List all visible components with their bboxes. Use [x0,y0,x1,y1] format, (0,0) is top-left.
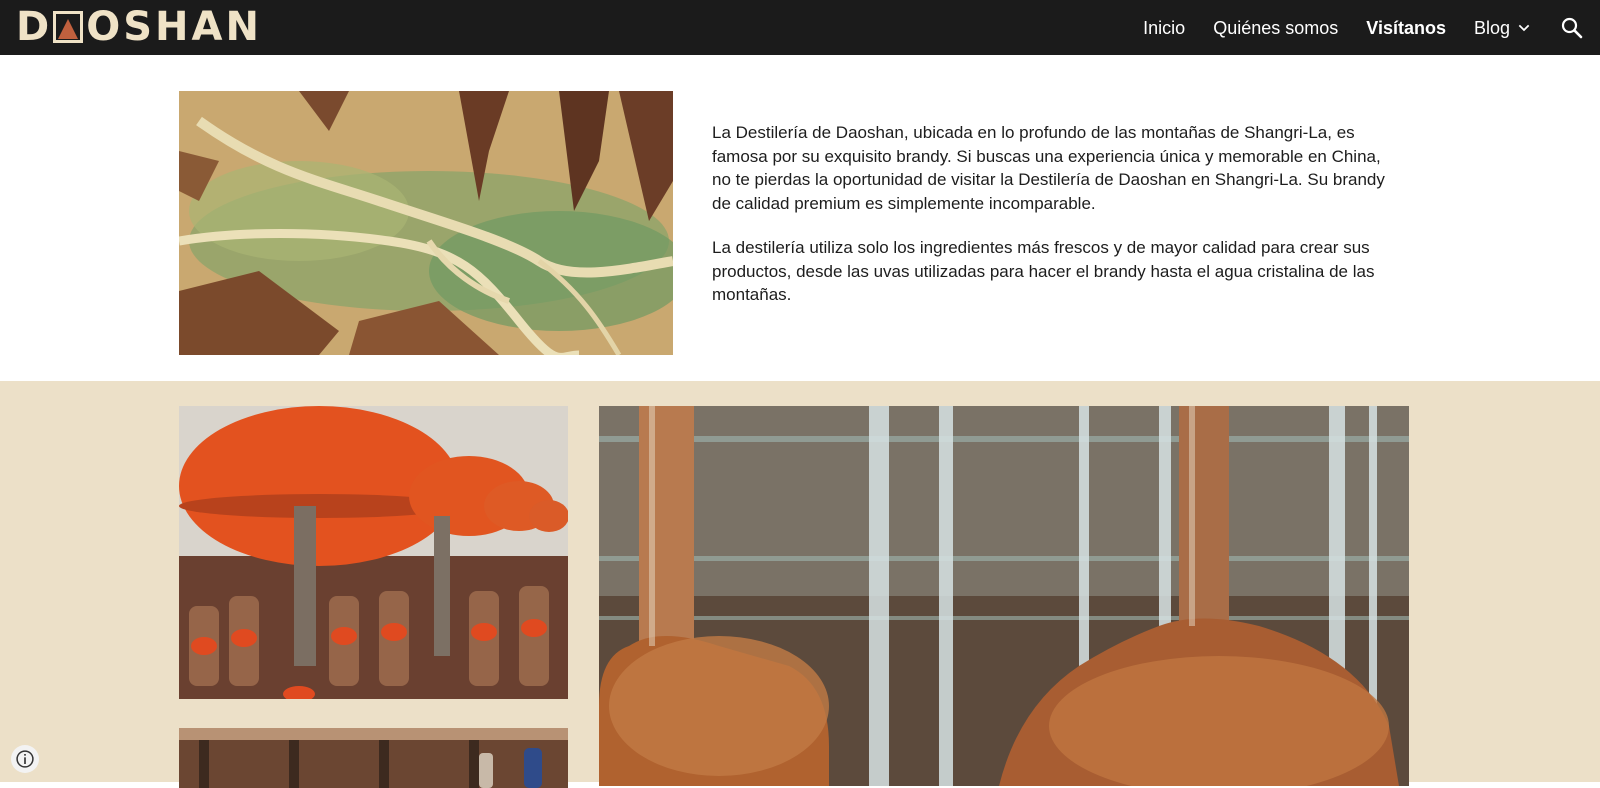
nav-item-label: Visítanos [1366,17,1446,38]
intro-paragraph: La destilería utiliza solo los ingredien… [712,238,1375,304]
bottle-shelf-photo [179,728,568,788]
nav-item-label: Inicio [1143,17,1186,38]
site-logo[interactable]: D OSHAN [16,6,262,48]
intro-paragraph: La Destilería de Daoshan, ubicada en lo … [712,123,1385,213]
nav-item-blog[interactable]: Blog [1474,18,1532,38]
info-icon [16,750,34,768]
site-info-button[interactable] [11,745,39,773]
logo-letter-d: D [16,4,53,50]
intro-text: La Destilería de Daoshan, ubicada en lo … [712,121,1402,328]
nav-item-quienes-somos[interactable]: Quiénes somos [1213,18,1338,38]
main-nav: Inicio Quiénes somos Visítanos Blog [1115,0,1600,55]
mountain-landscape-image [179,91,673,355]
gallery-section [0,381,1600,788]
nav-item-inicio[interactable]: Inicio [1143,18,1185,38]
chevron-down-icon[interactable] [1516,20,1532,36]
logo-triangle-icon [53,11,84,43]
copper-stills-photo [599,406,1409,786]
distillery-lamps-photo [179,406,568,699]
search-icon[interactable] [1560,16,1584,40]
site-header: D OSHAN Inicio Quiénes somos Visítanos B… [0,0,1600,55]
logo-wordmark: OSHAN [86,4,262,50]
nav-item-visitanos[interactable]: Visítanos [1366,18,1446,38]
nav-item-label: Quiénes somos [1213,17,1339,38]
intro-section: La Destilería de Daoshan, ubicada en lo … [0,55,1600,381]
nav-item-label: Blog [1473,17,1510,38]
